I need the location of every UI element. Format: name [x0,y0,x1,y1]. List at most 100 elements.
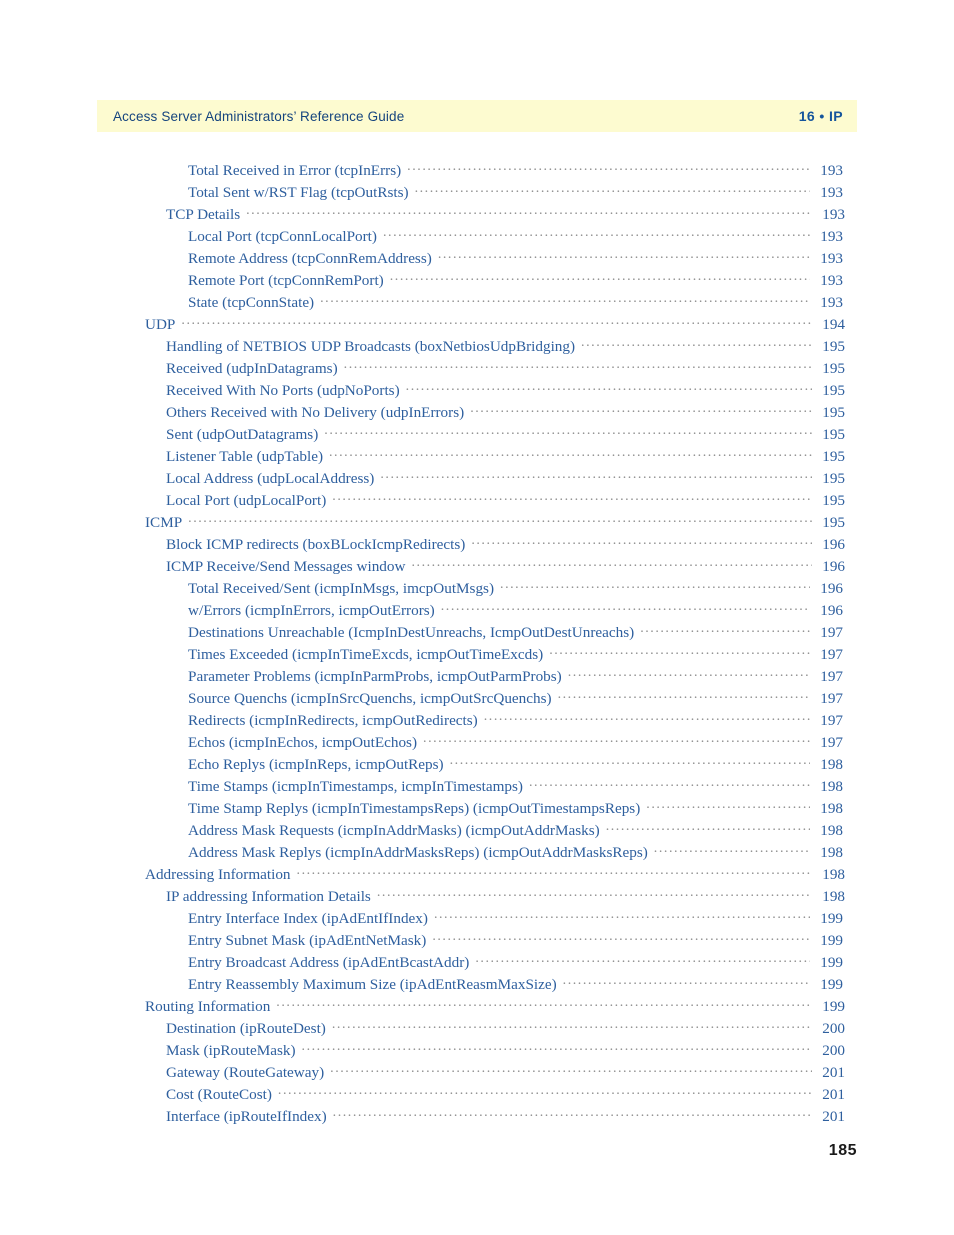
toc-entry-page-number: 193 [822,206,845,224]
toc-entry[interactable]: UDP 194 [97,314,857,336]
toc-entry[interactable]: Parameter Problems (icmpInParmProbs, icm… [97,666,857,688]
toc-entry[interactable]: Address Mask Requests (icmpInAddrMasks) … [97,820,857,842]
toc-dot-leader [390,270,810,285]
toc-entry-label: ICMP [145,514,183,532]
toc-entry[interactable]: Entry Reassembly Maximum Size (ipAdEntRe… [97,974,857,996]
toc-entry-label: Entry Reassembly Maximum Size (ipAdEntRe… [188,976,557,994]
toc-entry[interactable]: Sent (udpOutDatagrams) 195 [97,424,857,446]
toc-dot-leader [441,600,810,615]
toc-entry[interactable]: Received (udpInDatagrams) 195 [97,358,857,380]
toc-entry[interactable]: Destination (ipRouteDest) 200 [97,1018,857,1040]
toc-entry[interactable]: w/Errors (icmpInErrors, icmpOutErrors) 19… [97,600,857,622]
toc-entry-label: Total Received/Sent (icmpInMsgs, imcpOut… [188,580,495,598]
toc-dot-leader [188,512,812,527]
toc-entry-label: w/Errors (icmpInErrors, icmpOutErrors) [188,602,435,620]
toc-entry-page-number: 193 [820,228,843,246]
toc-entry[interactable]: Entry Broadcast Address (ipAdEntBcastAdd… [97,952,857,974]
toc-dot-leader [606,820,810,835]
toc-dot-leader [563,974,810,989]
toc-entry-page-number: 197 [820,734,843,752]
toc-dot-leader [475,952,810,967]
toc-entry-page-number: 195 [822,382,845,400]
toc-entry-page-number: 197 [820,712,843,730]
toc-entry[interactable]: Entry Subnet Mask (ipAdEntNetMask) 199 [97,930,857,952]
toc-entry[interactable]: Time Stamp Replys (icmpInTimestampsReps)… [97,798,857,820]
toc-dot-leader [411,556,812,571]
toc-entry[interactable]: Time Stamps (icmpInTimestamps, icmpInTim… [97,776,857,798]
toc-dot-leader [332,1018,812,1033]
toc-entry[interactable]: Redirects (icmpInRedirects, icmpOutRedir… [97,710,857,732]
toc-entry[interactable]: Addressing Information 198 [97,864,857,886]
toc-entry-page-number: 196 [820,602,843,620]
toc-entry-label: Echos (icmpInEchos, icmpOutEchos) [188,734,418,752]
toc-dot-leader [471,534,812,549]
toc-entry-label: Received With No Ports (udpNoPorts) [166,382,400,400]
toc-entry[interactable]: Routing Information 199 [97,996,857,1018]
toc-entry[interactable]: Block ICMP redirects (boxBLockIcmpRedire… [97,534,857,556]
toc-entry[interactable]: Local Address (udpLocalAddress) 195 [97,468,857,490]
toc-entry[interactable]: TCP Details 193 [97,204,857,226]
toc-entry[interactable]: Cost (RouteCost) 201 [97,1084,857,1106]
page-number: 185 [828,1142,857,1159]
toc-entry[interactable]: Times Exceeded (icmpInTimeExcds, icmpOut… [97,644,857,666]
toc-dot-leader [640,622,810,637]
toc-dot-leader [415,182,810,197]
toc-dot-leader [377,886,812,901]
toc-entry-page-number: 195 [822,492,845,510]
toc-entry[interactable]: Listener Table (udpTable) 195 [97,446,857,468]
toc-entry[interactable]: Source Quenchs (icmpInSrcQuenchs, icmpOu… [97,688,857,710]
toc-entry[interactable]: Echo Replys (icmpInReps, icmpOutReps) 198 [97,754,857,776]
toc-entry-page-number: 194 [822,316,845,334]
toc-entry-label: Echo Replys (icmpInReps, icmpOutReps) [188,756,444,774]
toc-dot-leader [380,468,812,483]
toc-entry-label: Local Port (tcpConnLocalPort) [188,228,377,246]
toc-entry-page-number: 199 [820,976,843,994]
toc-entry[interactable]: Address Mask Replys (icmpInAddrMasksReps… [97,842,857,864]
toc-entry-page-number: 199 [822,998,845,1016]
toc-entry[interactable]: Gateway (RouteGateway) 201 [97,1062,857,1084]
toc-entry[interactable]: State (tcpConnState) 193 [97,292,857,314]
toc-entry-label: IP addressing Information Details [166,888,371,906]
toc-entry[interactable]: Local Port (udpLocalPort) 195 [97,490,857,512]
toc-entry-page-number: 196 [822,558,845,576]
toc-entry[interactable]: Others Received with No Delivery (udpInE… [97,402,857,424]
toc-entry[interactable]: Echos (icmpInEchos, icmpOutEchos) 197 [97,732,857,754]
toc-dot-leader [181,314,812,329]
toc-entry-label: UDP [145,316,176,334]
toc-entry-label: Cost (RouteCost) [166,1086,272,1104]
toc-entry[interactable]: IP addressing Information Details 198 [97,886,857,908]
toc-entry[interactable]: Total Sent w/RST Flag (tcpOutRsts) 193 [97,182,857,204]
toc-entry-label: Address Mask Replys (icmpInAddrMasksReps… [188,844,648,862]
toc-entry-page-number: 195 [822,426,845,444]
toc-entry-page-number: 193 [820,184,843,202]
toc-entry[interactable]: Total Received in Error (tcpInErrs) 193 [97,160,857,182]
toc-dot-leader [333,1106,812,1121]
toc-entry[interactable]: Destinations Unreachable (IcmpInDestUnre… [97,622,857,644]
toc-entry-label: Local Address (udpLocalAddress) [166,470,375,488]
toc-entry[interactable]: Total Received/Sent (icmpInMsgs, imcpOut… [97,578,857,600]
toc-entry-page-number: 199 [820,954,843,972]
toc-entry[interactable]: Entry Interface Index (ipAdEntIfIndex) 19… [97,908,857,930]
toc-entry-page-number: 198 [820,844,843,862]
table-of-contents: Total Received in Error (tcpInErrs)193To… [97,160,857,1128]
toc-entry[interactable]: Remote Port (tcpConnRemPort) 193 [97,270,857,292]
toc-entry[interactable]: Remote Address (tcpConnRemAddress) 193 [97,248,857,270]
toc-entry-label: Entry Interface Index (ipAdEntIfIndex) [188,910,428,928]
toc-entry-label: Others Received with No Delivery (udpInE… [166,404,465,422]
toc-entry-label: Source Quenchs (icmpInSrcQuenchs, icmpOu… [188,690,552,708]
toc-entry-page-number: 200 [822,1020,845,1038]
toc-entry[interactable]: ICMP Receive/Send Messages window 196 [97,556,857,578]
toc-entry-page-number: 198 [822,866,845,884]
toc-entry[interactable]: Received With No Ports (udpNoPorts) 195 [97,380,857,402]
toc-dot-leader [324,424,812,439]
toc-dot-leader [529,776,810,791]
toc-entry[interactable]: ICMP 195 [97,512,857,534]
toc-entry[interactable]: Interface (ipRouteIfIndex) 201 [97,1106,857,1128]
toc-dot-leader [558,688,810,703]
toc-entry-label: Address Mask Requests (icmpInAddrMasks) … [188,822,600,840]
toc-dot-leader [344,358,812,373]
toc-entry[interactable]: Mask (ipRouteMask) 200 [97,1040,857,1062]
toc-dot-leader [450,754,810,769]
toc-entry[interactable]: Local Port (tcpConnLocalPort) 193 [97,226,857,248]
toc-entry[interactable]: Handling of NETBIOS UDP Broadcasts (boxN… [97,336,857,358]
